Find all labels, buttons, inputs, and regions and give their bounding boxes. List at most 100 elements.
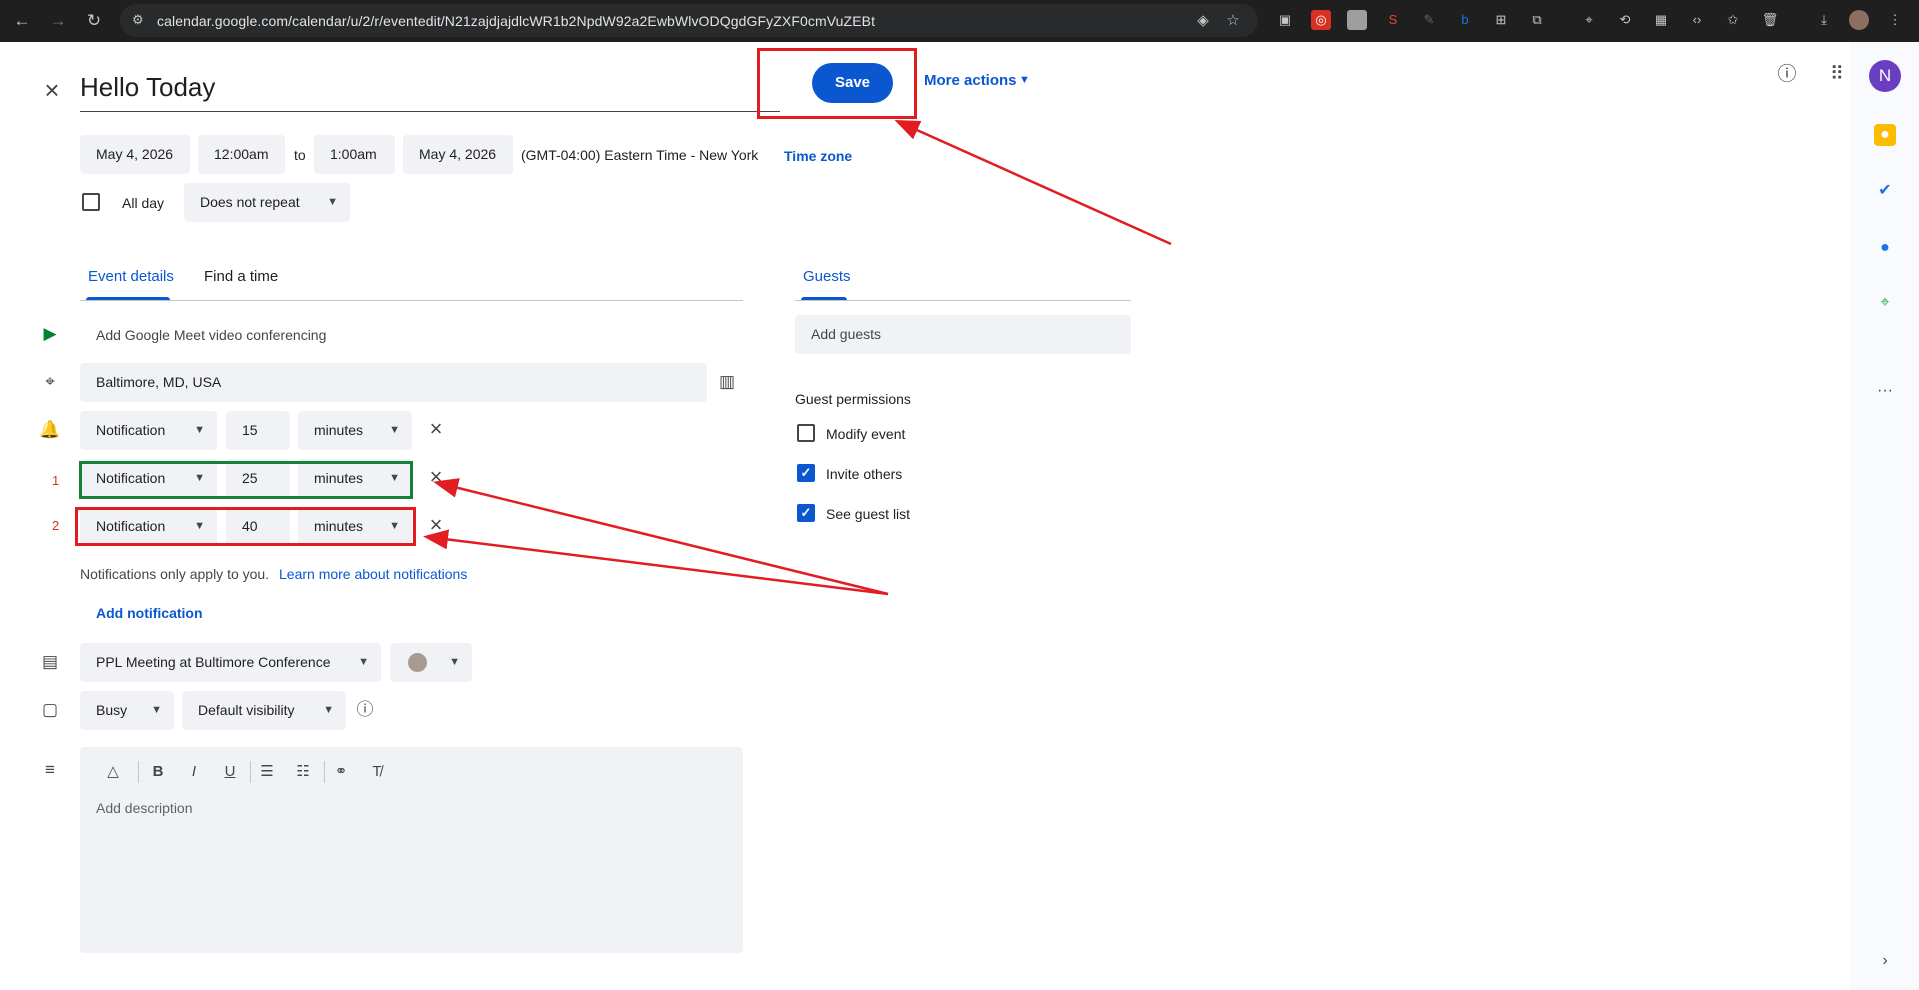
- help-icon[interactable]: ⓘ: [353, 698, 377, 722]
- back-icon[interactable]: ←: [10, 9, 34, 33]
- chevron-down-icon: ▼: [358, 656, 369, 668]
- profile-avatar-icon[interactable]: [1849, 10, 1869, 30]
- maps-icon[interactable]: ⌖: [1874, 292, 1896, 314]
- numbered-list-icon[interactable]: ☰: [256, 761, 278, 783]
- favorites-icon[interactable]: ✩: [1723, 10, 1743, 30]
- site-settings-icon[interactable]: ⚙: [132, 12, 148, 28]
- description-icon: ≡: [45, 760, 55, 779]
- end-date-chip[interactable]: May 4, 2026: [403, 135, 513, 174]
- download-icon[interactable]: ⤓: [1814, 10, 1834, 30]
- bell-icon: 🔔: [39, 420, 61, 439]
- underline-icon[interactable]: U: [219, 761, 241, 783]
- close-icon[interactable]: ×: [38, 76, 66, 104]
- calendar-dropdown[interactable]: PPL Meeting at Bultimore Conference ▼: [80, 643, 381, 682]
- tab-event-details[interactable]: Event details: [88, 268, 174, 285]
- add-guests-input[interactable]: Add guests: [795, 315, 1131, 354]
- clear-formatting-icon[interactable]: T̸: [366, 761, 388, 783]
- notification-unit-dropdown[interactable]: minutes ▼: [298, 411, 412, 450]
- forward-icon[interactable]: →: [46, 9, 70, 33]
- tab-find-a-time[interactable]: Find a time: [204, 268, 278, 285]
- time-zone-link[interactable]: Time zone: [784, 148, 852, 164]
- italic-icon[interactable]: I: [183, 761, 205, 783]
- description-placeholder: Add description: [96, 800, 193, 816]
- contacts-icon[interactable]: ●: [1874, 237, 1896, 259]
- translate-extension-icon[interactable]: ⊞: [1491, 10, 1511, 30]
- repeat-dropdown[interactable]: Does not repeat ▼: [184, 183, 350, 222]
- add-notification-button[interactable]: Add notification: [96, 605, 203, 621]
- start-time-chip[interactable]: 12:00am: [198, 135, 285, 174]
- location-extension-icon[interactable]: ⌖: [1579, 10, 1599, 30]
- apps-grid-icon[interactable]: ⠿: [1824, 62, 1850, 88]
- annotation-label-1: 1: [52, 473, 60, 488]
- event-color-dropdown[interactable]: ▼: [390, 643, 472, 682]
- trash-extension-icon[interactable]: 🗑: [1760, 10, 1780, 30]
- chevron-down-icon: ▼: [389, 424, 400, 436]
- puzzle-extension-icon[interactable]: ⧉: [1527, 10, 1547, 30]
- bulleted-list-icon[interactable]: ☷: [292, 761, 314, 783]
- all-day-checkbox[interactable]: [82, 193, 100, 211]
- table-extension-icon[interactable]: ▦: [1651, 10, 1671, 30]
- busy-dropdown[interactable]: Busy ▼: [80, 691, 174, 730]
- avatar[interactable]: N: [1869, 60, 1901, 92]
- google-meet-icon: ▶: [43, 324, 57, 343]
- bookmark-star-icon[interactable]: ☆: [1224, 12, 1242, 30]
- chevron-down-icon: ▼: [327, 196, 338, 208]
- all-day-label: All day: [122, 195, 165, 211]
- end-time-chip[interactable]: 1:00am: [314, 135, 395, 174]
- remove-notification-icon[interactable]: ×: [424, 465, 448, 489]
- link-icon[interactable]: ⚭: [330, 761, 352, 783]
- history-extension-icon[interactable]: ⟲: [1615, 10, 1635, 30]
- see-guest-list-checkbox[interactable]: ✓: [797, 504, 815, 522]
- add-meet-button[interactable]: Add Google Meet video conferencing: [96, 327, 326, 343]
- reload-icon[interactable]: ↻: [82, 9, 106, 33]
- modify-event-checkbox[interactable]: [797, 424, 815, 442]
- drive-icon[interactable]: △: [102, 761, 124, 783]
- help-icon[interactable]: ⓘ: [1774, 62, 1800, 88]
- more-actions-button[interactable]: More actions: [924, 72, 1017, 89]
- event-title-input[interactable]: Hello Today: [80, 66, 780, 112]
- address-bar[interactable]: ⚙ calendar.google.com/calendar/u/2/r/eve…: [120, 4, 1258, 37]
- eye-icon[interactable]: ◈: [1194, 12, 1212, 30]
- start-date-chip[interactable]: May 4, 2026: [80, 135, 190, 174]
- s-extension-icon[interactable]: S: [1383, 10, 1403, 30]
- side-panel-rail: ● ✔ ● ⌖ ··· ›: [1850, 42, 1919, 990]
- notification-type-dropdown[interactable]: Notification ▼: [80, 411, 217, 450]
- description-editor[interactable]: △ B I U ☰ ☷ ⚭ T̸ Add description: [80, 747, 743, 953]
- red-extension-icon[interactable]: ◎: [1311, 10, 1331, 30]
- notification-value-input[interactable]: 15: [226, 411, 290, 450]
- pen-extension-icon[interactable]: ✎: [1419, 10, 1439, 30]
- invite-others-label: Invite others: [826, 466, 903, 482]
- location-input[interactable]: Baltimore, MD, USA: [80, 363, 707, 402]
- chrome-menu-icon[interactable]: ⋮: [1885, 10, 1905, 30]
- chevron-down-icon: ▼: [1019, 74, 1030, 86]
- calendar-icon: ▤: [41, 652, 59, 671]
- event-color-swatch: [408, 653, 427, 672]
- remove-notification-icon[interactable]: ×: [424, 417, 448, 441]
- learn-more-link[interactable]: Learn more about notifications: [279, 566, 467, 582]
- chevron-down-icon: ▼: [194, 424, 205, 436]
- visibility-dropdown[interactable]: Default visibility ▼: [182, 691, 346, 730]
- remove-notification-icon[interactable]: ×: [424, 513, 448, 537]
- tasks-icon[interactable]: ✔: [1874, 180, 1896, 202]
- notification-note: Notifications only apply to you.: [80, 566, 270, 582]
- notification-type-value: Notification: [96, 422, 166, 438]
- camera-extension-icon[interactable]: ▣: [1275, 10, 1295, 30]
- keep-icon[interactable]: ●: [1874, 124, 1896, 146]
- map-icon[interactable]: ▥: [715, 370, 739, 394]
- notification-unit-value: minutes: [314, 422, 364, 438]
- code-extension-icon[interactable]: ‹›: [1687, 10, 1707, 30]
- toolbar-divider: [138, 761, 139, 783]
- guests-divider: [795, 300, 1131, 301]
- more-addons-icon[interactable]: ···: [1874, 380, 1896, 402]
- gray-extension-icon[interactable]: [1347, 10, 1367, 30]
- annotation-save-highlight: [757, 48, 917, 119]
- bold-icon[interactable]: B: [147, 761, 169, 783]
- tab-guests[interactable]: Guests: [803, 268, 851, 285]
- invite-others-checkbox[interactable]: ✓: [797, 464, 815, 482]
- b-extension-icon[interactable]: b: [1455, 10, 1475, 30]
- expand-panel-icon[interactable]: ›: [1874, 950, 1896, 972]
- calendar-value: PPL Meeting at Bultimore Conference: [96, 654, 331, 670]
- toolbar-divider: [250, 761, 251, 783]
- annotation-label-2: 2: [52, 518, 60, 533]
- annotation-notification-2-highlight: [75, 507, 416, 546]
